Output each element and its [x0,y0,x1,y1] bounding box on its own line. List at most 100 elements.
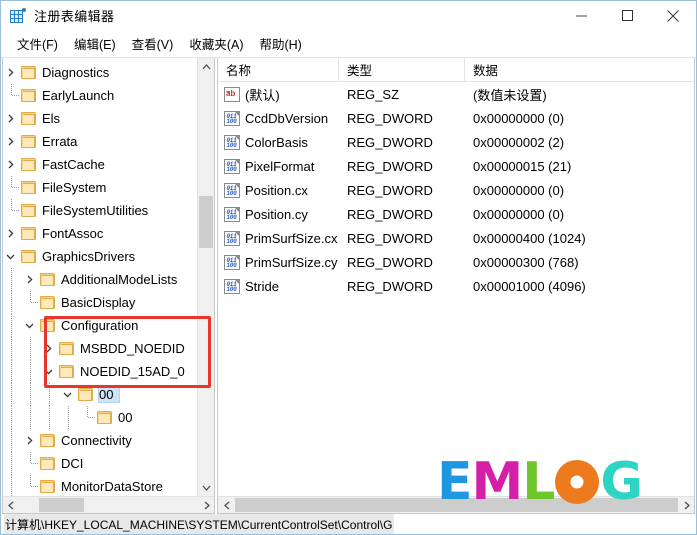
tree-vertical-scrollbar[interactable] [197,58,214,496]
menu-edit[interactable]: 编辑(E) [66,30,124,57]
value-row[interactable]: 011 100 Position.cy REG_DWORD 0x00000000 (0) [218,202,695,226]
tree-item-monitordatastore[interactable]: MonitorDataStore [2,475,198,496]
value-row[interactable]: 011 100 PrimSurfSize.cy REG_DWORD 0x00000300… [218,250,695,274]
column-header-name[interactable]: 名称 [218,58,339,81]
tree-item-diagnostics[interactable]: Diagnostics [2,61,198,84]
chevron-right-icon[interactable] [25,436,34,445]
tree-indent-guide [21,383,40,406]
value-type-label: REG_DWORD [347,206,433,222]
dword-value-icon: 011 100 [224,182,240,198]
tree-item-errata[interactable]: Errata [2,130,198,153]
chevron-right-icon[interactable] [44,344,53,353]
tree-item-graphicsdrivers[interactable]: GraphicsDrivers [2,245,198,268]
tree-item-connectivity[interactable]: Connectivity [2,429,198,452]
value-name-label: Stride [245,278,279,294]
tree-horizontal-scrollbar[interactable] [2,496,215,513]
folder-icon [40,456,56,471]
tree-item-msbdd-noedid[interactable]: MSBDD_NOEDID [2,337,198,360]
tree-item-basicdisplay[interactable]: BasicDisplay [2,291,198,314]
values-list[interactable]: ab (默认) REG_SZ (数值未设置) 011 100 CcdDbVersion REG… [218,82,695,496]
tree-item-fontassoc[interactable]: FontAssoc [2,222,198,245]
value-row[interactable]: 011 100 CcdDbVersion REG_DWORD 0x00000000 (0… [218,106,695,130]
scroll-left-arrow-icon[interactable] [2,497,19,513]
folder-icon [59,341,75,356]
registry-tree[interactable]: Diagnostics EarlyLaunch Els Errata FastCache… [2,58,198,496]
tree-item-label: FileSystemUtilities [42,203,149,218]
emlog-letter-o [555,460,600,504]
emlog-letter-e: E [437,452,473,512]
value-data-label: 0x00000000 (0) [473,110,565,126]
list-scroll-left-arrow-icon[interactable] [218,497,235,513]
value-row[interactable]: 011 100 PrimSurfSize.cx REG_DWORD 0x00000400… [218,226,695,250]
value-type-cell: REG_SZ [339,87,465,102]
chevron-down-icon[interactable] [63,390,72,399]
list-scroll-right-arrow-icon[interactable] [678,497,695,513]
scroll-down-arrow-icon[interactable] [198,479,214,496]
tree-item-fastcache[interactable]: FastCache [2,153,198,176]
scroll-right-arrow-icon[interactable] [198,497,215,513]
value-name-label: CcdDbVersion [245,110,329,126]
value-data-label: 0x00000000 (0) [473,182,565,198]
tree-hscrollbar-thumb[interactable] [39,498,84,512]
value-type-label: REG_DWORD [347,182,433,198]
tree-item-additionalmodelists[interactable]: AdditionalModeLists [2,268,198,291]
value-type-cell: REG_DWORD [339,279,465,294]
tree-item-00[interactable]: 00 [2,406,198,429]
column-header-type[interactable]: 类型 [339,58,465,81]
folder-icon [97,410,113,425]
menu-view[interactable]: 查看(V) [124,30,182,57]
tree-item-earlylaunch[interactable]: EarlyLaunch [2,84,198,107]
minimize-button[interactable] [558,1,604,30]
chevron-right-icon[interactable] [6,160,15,169]
value-type-label: REG_DWORD [347,110,433,126]
chevron-right-icon[interactable] [25,275,34,284]
tree-indent-guide [2,452,21,475]
menu-bar: 文件(F) 编辑(E) 查看(V) 收藏夹(A) 帮助(H) [1,30,696,58]
title-bar: 注册表编辑器 [1,1,696,30]
tree-item-dci[interactable]: DCI [2,452,198,475]
scroll-up-arrow-icon[interactable] [198,58,214,75]
tree-item-configuration[interactable]: Configuration [2,314,198,337]
chevron-right-icon[interactable] [6,229,15,238]
value-row[interactable]: ab (默认) REG_SZ (数值未设置) [218,82,695,106]
value-name-cell: 011 100 PrimSurfSize.cy [218,254,339,270]
value-data-cell: (数值未设置) [465,85,695,104]
tree-item-filesystem[interactable]: FileSystem [2,176,198,199]
menu-favorites[interactable]: 收藏夹(A) [181,30,251,57]
maximize-button[interactable] [604,1,650,30]
tree-item-filesystemutilities[interactable]: FileSystemUtilities [2,199,198,222]
tree-item-noedid-15ad-0[interactable]: NOEDID_15AD_0 [2,360,198,383]
tree-item-label: GraphicsDrivers [42,249,136,264]
folder-icon [21,88,37,103]
column-header-data[interactable]: 数据 [465,58,695,81]
tree-indent-guide [2,291,21,314]
chevron-down-icon[interactable] [44,367,53,376]
tree-item-label: BasicDisplay [61,295,136,310]
tree-item-label: MonitorDataStore [61,479,163,494]
chevron-right-icon[interactable] [6,68,15,77]
menu-help[interactable]: 帮助(H) [251,30,309,57]
chevron-right-icon[interactable] [6,114,15,123]
folder-icon [21,180,37,195]
dword-value-icon: 011 100 [224,254,240,270]
tree-scrollbar-thumb[interactable] [199,196,213,248]
menu-file[interactable]: 文件(F) [9,30,66,57]
value-row[interactable]: 011 100 PixelFormat REG_DWORD 0x00000015 (21… [218,154,695,178]
tree-item-els[interactable]: Els [2,107,198,130]
value-name-cell: 011 100 ColorBasis [218,134,339,150]
tree-item-label: Els [42,111,61,126]
dword-value-icon: 011 100 [224,158,240,174]
chevron-down-icon[interactable] [25,321,34,330]
value-row[interactable]: 011 100 ColorBasis REG_DWORD 0x00000002 (2) [218,130,695,154]
close-button[interactable] [650,1,696,30]
tree-expander-cell [21,452,40,475]
chevron-down-icon[interactable] [6,252,15,261]
value-row[interactable]: 011 100 Position.cx REG_DWORD 0x00000000 (0) [218,178,695,202]
tree-expander-cell [21,429,40,452]
registry-tree-pane: Diagnostics EarlyLaunch Els Errata FastCache… [1,58,217,514]
tree-item-00[interactable]: 00 [2,383,198,406]
tree-item-label: EarlyLaunch [42,88,115,103]
value-row[interactable]: 011 100 Stride REG_DWORD 0x00001000 (4096) [218,274,695,298]
tree-expander-cell [21,475,40,496]
chevron-right-icon[interactable] [6,137,15,146]
